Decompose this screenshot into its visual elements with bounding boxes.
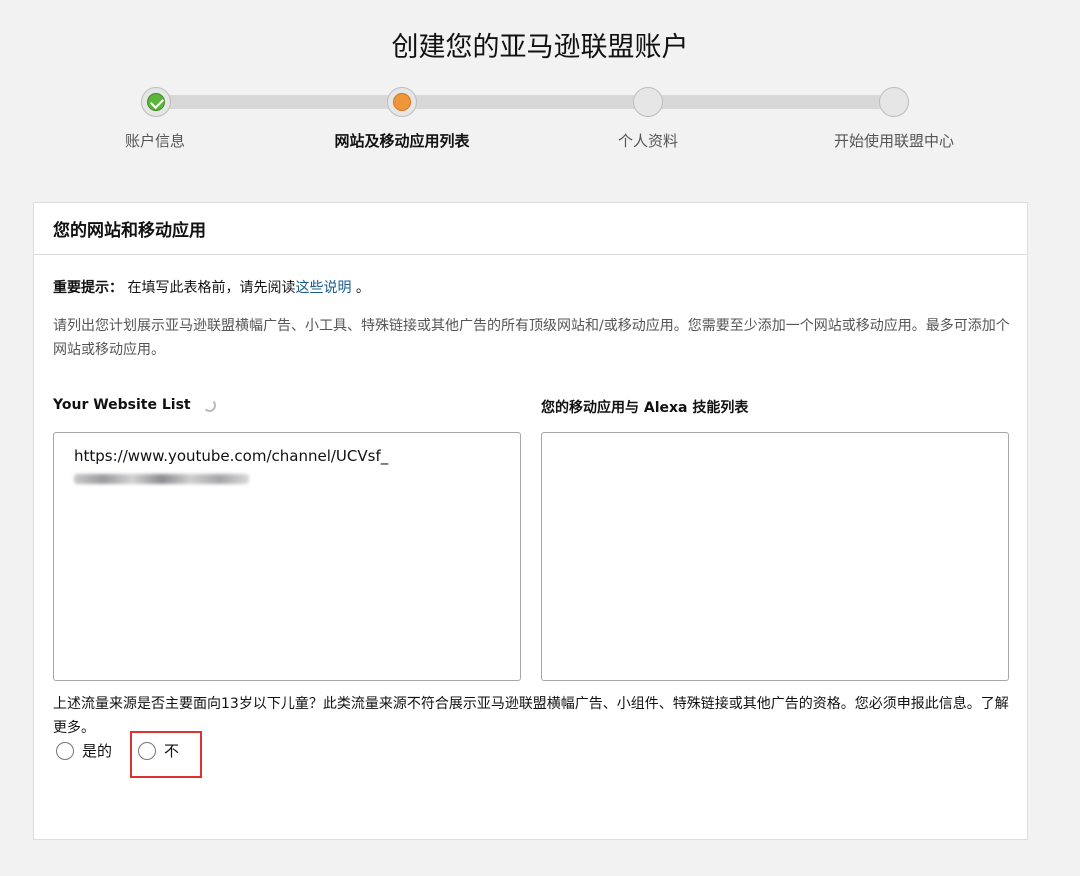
redacted-text — [74, 474, 249, 484]
radio-yes-label: 是的 — [82, 742, 113, 760]
website-list-label-text: Your Website List — [53, 397, 191, 413]
website-list-textarea[interactable]: https://www.youtube.com/channel/UCVsf_ — [53, 432, 521, 681]
app-list-textarea[interactable] — [541, 432, 1009, 681]
progress-track — [155, 95, 895, 109]
websites-apps-panel: 您的网站和移动应用 重要提示： 在填写此表格前，请先阅读这些说明 。 请列出您计… — [33, 202, 1028, 840]
loading-spinner-icon — [202, 398, 216, 412]
panel-heading: 您的网站和移动应用 — [34, 203, 1027, 255]
step-4-pending-icon — [879, 87, 909, 117]
step-3-pending-icon — [633, 87, 663, 117]
page-title: 创建您的亚马逊联盟账户 — [391, 32, 689, 63]
step-2-current-icon — [387, 87, 417, 117]
radio-option-yes[interactable]: 是的 — [56, 740, 112, 761]
instructions-description: 请列出您计划展示亚马逊联盟横幅广告、小工具、特殊链接或其他广告的所有顶级网站和/… — [53, 318, 1010, 358]
notice-end: 。 — [351, 280, 370, 296]
important-notice: 重要提示： 在填写此表格前，请先阅读这些说明 。 — [53, 277, 370, 297]
step-1-done-icon — [141, 87, 171, 117]
step-label-get-started: 开始使用联盟中心 — [833, 132, 954, 150]
notice-text: 在填写此表格前，请先阅读 — [123, 280, 296, 296]
website-url-text: https://www.youtube.com/channel/UCVsf_ — [74, 447, 389, 465]
step-label-profile: 个人资料 — [617, 132, 678, 150]
step-label-websites-apps: 网站及移动应用列表 — [334, 132, 470, 150]
step-label-account-info: 账户信息 — [124, 132, 185, 150]
app-list-label: 您的移动应用与 Alexa 技能列表 — [541, 400, 749, 416]
radio-yes-circle[interactable] — [56, 741, 74, 760]
annotation-highlight-box — [130, 731, 202, 778]
website-list-label: Your Website List — [53, 397, 216, 413]
checkmark-icon — [149, 94, 165, 110]
instructions-link[interactable]: 这些说明 — [295, 280, 351, 296]
notice-label: 重要提示： — [53, 280, 123, 296]
